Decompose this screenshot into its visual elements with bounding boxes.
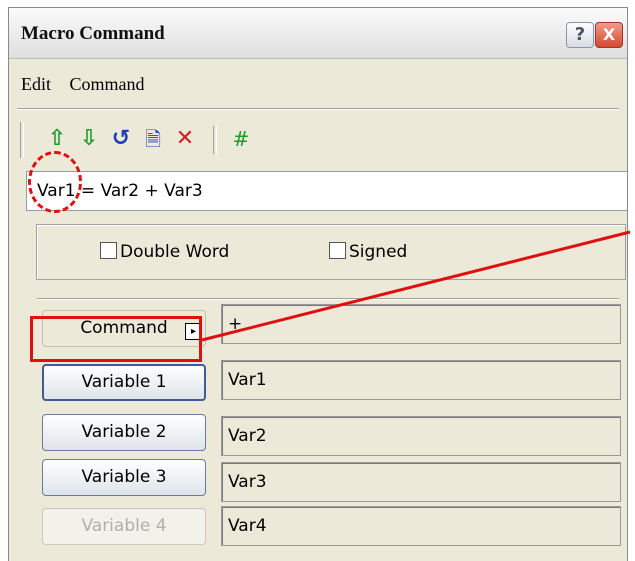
callout-line-stroke xyxy=(201,230,631,342)
callout-line xyxy=(201,230,631,342)
